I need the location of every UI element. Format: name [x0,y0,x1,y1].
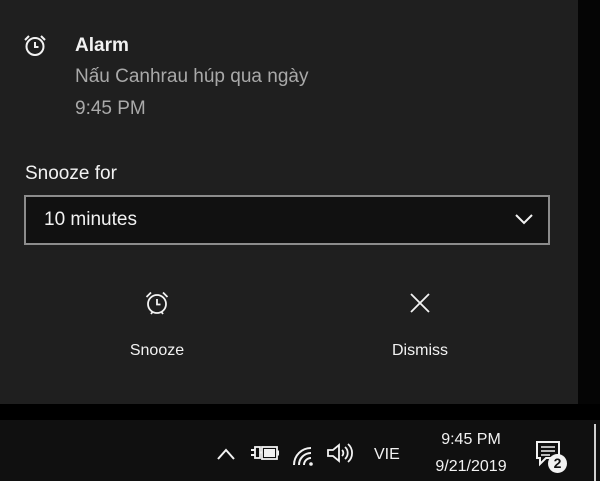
close-icon [410,293,430,313]
alarm-clock-icon [145,291,169,315]
snooze-for-label: Snooze for [25,163,117,184]
taskbar-clock-time[interactable]: 9:45 PM [422,431,520,449]
dismiss-button[interactable]: Dismiss [340,283,500,363]
show-desktop-button[interactable] [594,424,596,481]
taskbar-clock-date[interactable]: 9/21/2019 [422,458,520,476]
alarm-toast: Alarm Nấu Canhrau húp qua ngày 9:45 PM S… [0,0,578,404]
snooze-duration-value: 10 minutes [44,209,137,230]
chevron-down-icon [515,214,533,225]
action-center-button[interactable]: 2 [534,440,574,474]
dismiss-button-label: Dismiss [392,342,448,359]
alarm-clock-icon [24,35,46,56]
volume-icon[interactable] [325,442,355,464]
chevron-up-icon[interactable] [216,447,236,461]
input-language-indicator[interactable]: VIE [374,446,400,464]
toast-message: Nấu Canhrau húp qua ngày [75,66,309,87]
toast-title: Alarm [75,35,129,56]
toast-time: 9:45 PM [75,98,146,119]
desktop-background [578,0,600,404]
snooze-button-label: Snooze [129,342,185,359]
wifi-icon[interactable] [290,444,316,466]
notification-count-badge: 2 [548,454,567,473]
power-plug-battery-icon[interactable] [250,442,280,464]
snooze-duration-dropdown[interactable]: 10 minutes [24,195,550,245]
snooze-button[interactable]: Snooze [77,283,237,363]
